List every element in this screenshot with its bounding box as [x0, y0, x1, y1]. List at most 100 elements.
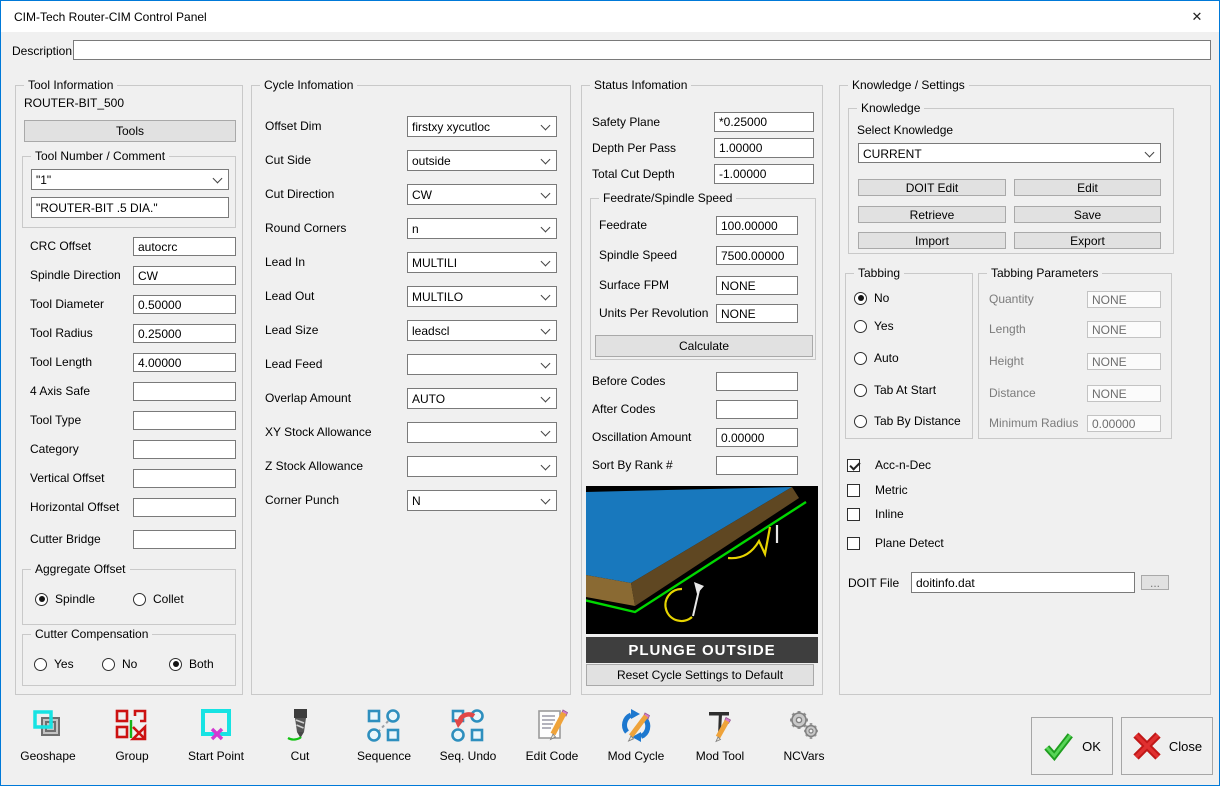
mod-cycle-icon	[622, 709, 651, 742]
tool-comment-input[interactable]	[31, 197, 229, 218]
tool-radius-input[interactable]	[133, 324, 236, 343]
close-button[interactable]: Close	[1121, 717, 1213, 775]
overlap-amount-select[interactable]: AUTO	[407, 388, 557, 409]
ok-button[interactable]: OK	[1031, 717, 1113, 775]
horizontal-offset-input[interactable]	[133, 498, 236, 517]
safety-plane-input[interactable]	[714, 112, 814, 132]
crc-offset-input[interactable]	[133, 237, 236, 256]
doit-file-input[interactable]	[911, 572, 1135, 593]
toolbar-item-seq-undo[interactable]: Seq. Undo	[426, 707, 510, 763]
field-label: Lead Feed	[265, 357, 323, 371]
description-input[interactable]	[73, 40, 1211, 60]
corner-punch-select[interactable]: N	[407, 490, 557, 511]
group-icon	[115, 709, 147, 741]
toolbar-item-cut[interactable]: Cut	[258, 707, 342, 763]
doit-edit-button[interactable]: DOIT Edit	[858, 179, 1006, 196]
toolbar-item-sequence[interactable]: Sequence	[342, 707, 426, 763]
spindle-speed-input[interactable]	[716, 246, 798, 265]
edit-button[interactable]: Edit	[1014, 179, 1161, 196]
cutter-bridge-input[interactable]	[133, 530, 236, 549]
tool-length-input[interactable]	[133, 353, 236, 372]
save-button[interactable]: Save	[1014, 206, 1161, 223]
depth-per-pass-input[interactable]	[714, 138, 814, 158]
feedrate-input[interactable]	[716, 216, 798, 235]
chevron-down-icon	[212, 173, 223, 184]
toolbar-item-geoshape[interactable]: Geoshape	[6, 707, 90, 763]
toolbar-item-start-point[interactable]: Start Point	[174, 707, 258, 763]
description-label: Description	[12, 44, 73, 58]
tool-type-input[interactable]	[133, 411, 236, 430]
offset-dim-select[interactable]: firstxy xycutloc	[407, 116, 557, 137]
radio-icon	[854, 414, 867, 428]
import-button[interactable]: Import	[858, 232, 1006, 249]
combo-value: MULTILI	[412, 256, 458, 270]
field-label: Quantity	[989, 292, 1034, 306]
vertical-offset-input[interactable]	[133, 469, 236, 488]
round-corners-select[interactable]: n	[407, 218, 557, 239]
toolbar-item-ncvars[interactable]: NCVars	[762, 707, 846, 763]
radio-tabbing-no[interactable]: No	[854, 291, 889, 305]
category-input[interactable]	[133, 440, 236, 459]
checkbox-acc-n-dec[interactable]: Acc-n-Dec	[847, 458, 931, 472]
total-cut-depth-input[interactable]	[714, 164, 814, 184]
tools-button[interactable]: Tools	[24, 120, 236, 142]
tool-number-select[interactable]: "1"	[31, 169, 229, 190]
toolbar-item-edit-code[interactable]: Edit Code	[510, 707, 594, 763]
lead-in-select[interactable]: MULTILI	[407, 252, 557, 273]
xy-stock-allowance-select[interactable]	[407, 422, 557, 443]
units-per-revolution-input[interactable]	[716, 304, 798, 323]
sort-by-rank-input[interactable]	[716, 456, 798, 475]
toolbar-item-mod-cycle[interactable]: Mod Cycle	[594, 707, 678, 763]
surface-fpm-input[interactable]	[716, 276, 798, 295]
toolbar-label: Mod Tool	[695, 749, 745, 763]
lead-out-select[interactable]: MULTILO	[407, 286, 557, 307]
four-axis-safe-input[interactable]	[133, 382, 236, 401]
window-close-icon[interactable]: ✕	[1175, 1, 1219, 32]
radio-icon	[854, 319, 867, 333]
retrieve-button[interactable]: Retrieve	[858, 206, 1006, 223]
export-button[interactable]: Export	[1014, 232, 1161, 249]
select-knowledge-select[interactable]: CURRENT	[858, 143, 1161, 163]
checkbox-metric[interactable]: Metric	[847, 483, 908, 497]
radio-tab-at-start[interactable]: Tab At Start	[854, 383, 936, 397]
radio-spindle[interactable]: Spindle	[35, 592, 95, 606]
toolbar-item-mod-tool[interactable]: Mod Tool	[678, 707, 762, 763]
reset-cycle-settings-button[interactable]: Reset Cycle Settings to Default	[586, 664, 814, 686]
close-label: Close	[1168, 738, 1203, 754]
tool-diameter-input[interactable]	[133, 295, 236, 314]
radio-tab-by-distance[interactable]: Tab By Distance	[854, 414, 961, 428]
lead-feed-select[interactable]	[407, 354, 557, 375]
field-label: Offset Dim	[265, 119, 322, 133]
before-codes-input[interactable]	[716, 372, 798, 391]
field-label: Length	[989, 322, 1026, 336]
after-codes-input[interactable]	[716, 400, 798, 419]
radio-tabbing-auto[interactable]: Auto	[854, 351, 899, 365]
radio-tabbing-yes[interactable]: Yes	[854, 319, 894, 333]
chevron-down-icon	[540, 120, 551, 131]
calculate-button[interactable]: Calculate	[595, 335, 813, 357]
chevron-down-icon	[540, 324, 551, 335]
spindle-direction-input[interactable]	[133, 266, 236, 285]
radio-both[interactable]: Both	[169, 657, 214, 671]
lead-size-select[interactable]: leadscl	[407, 320, 557, 341]
radio-label: Yes	[874, 319, 894, 333]
radio-yes[interactable]: Yes	[34, 657, 74, 671]
checkbox-plane-detect[interactable]: Plane Detect	[847, 536, 944, 550]
ok-check-icon	[1044, 732, 1073, 761]
field-label: CRC Offset	[30, 239, 92, 253]
ncvars-icon	[790, 711, 818, 739]
oscillation-amount-input[interactable]	[716, 428, 798, 447]
distance-input	[1087, 385, 1161, 402]
field-label: Tool Type	[30, 413, 82, 427]
radio-collet[interactable]: Collet	[133, 592, 184, 606]
cut-direction-select[interactable]: CW	[407, 184, 557, 205]
browse-ellipsis-button[interactable]: ...	[1141, 575, 1169, 590]
z-stock-allowance-select[interactable]	[407, 456, 557, 477]
radio-icon	[34, 657, 47, 671]
radio-no[interactable]: No	[102, 657, 137, 671]
chevron-down-icon	[540, 460, 551, 471]
checkbox-inline[interactable]: Inline	[847, 507, 904, 521]
toolbar-item-group[interactable]: Group	[90, 707, 174, 763]
cut-side-select[interactable]: outside	[407, 150, 557, 171]
mod-tool-icon	[709, 712, 732, 743]
